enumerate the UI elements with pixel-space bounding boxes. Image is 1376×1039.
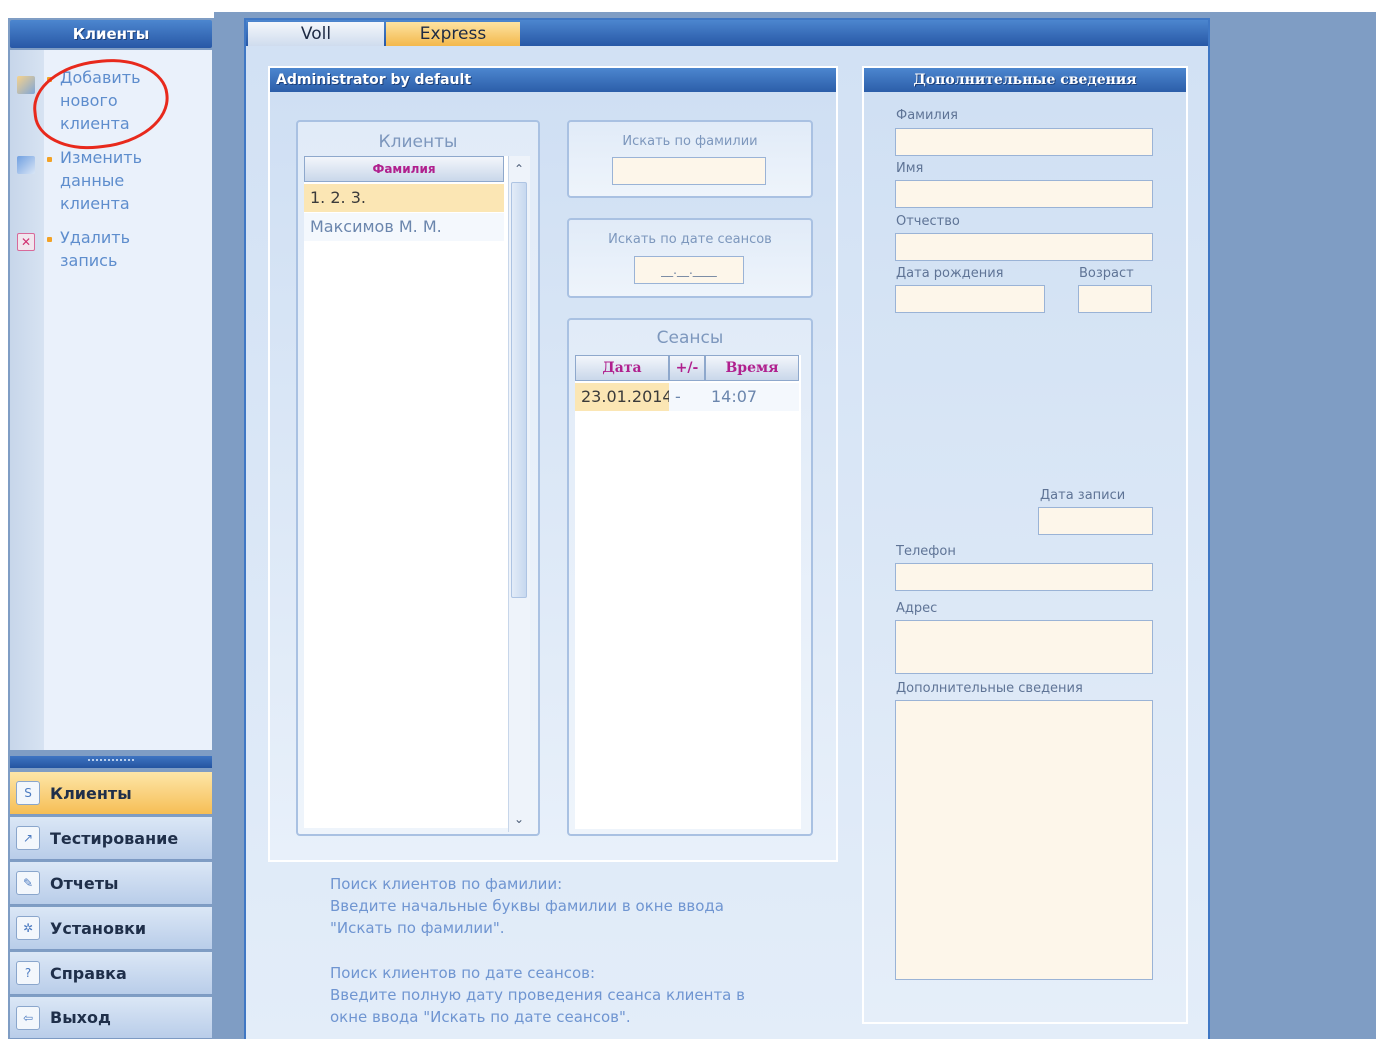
nav-label: Отчеты xyxy=(50,873,119,893)
name-label: Имя xyxy=(896,161,924,176)
surname-label: Фамилия xyxy=(896,108,958,123)
age-label: Возраст xyxy=(1079,266,1134,281)
settings-icon: ✲ xyxy=(16,916,40,940)
extra-info-label: Дополнительные сведения xyxy=(896,681,1083,696)
tab-voll[interactable]: Voll xyxy=(248,22,384,46)
delete-icon: ✕ xyxy=(17,233,35,251)
search-surname-input[interactable] xyxy=(612,157,766,185)
session-sign-cell[interactable]: - xyxy=(669,383,705,411)
search-date-label: Искать по дате сеансов xyxy=(608,232,772,247)
nav-label: Тестирование xyxy=(50,828,179,848)
sidebar-splitter[interactable] xyxy=(10,756,212,768)
phone-label: Телефон xyxy=(896,544,956,559)
client-row[interactable]: 1. 2. 3. xyxy=(304,184,504,212)
help-text: "Искать по фамилии". xyxy=(330,919,505,937)
bullet-icon xyxy=(47,237,52,242)
client-row[interactable]: Максимов М. М. xyxy=(304,213,504,241)
nav-testing-button[interactable]: ↗ Тестирование xyxy=(10,817,212,860)
sidebar-icon-strip xyxy=(10,50,44,750)
nav-label: Выход xyxy=(50,1008,111,1027)
record-date-label: Дата записи xyxy=(1040,488,1126,503)
surname-field[interactable] xyxy=(895,128,1153,156)
patronymic-field[interactable] xyxy=(895,233,1153,261)
name-field[interactable] xyxy=(895,180,1153,208)
patronymic-label: Отчество xyxy=(896,214,960,229)
bullet-icon xyxy=(47,157,52,162)
chart-icon: ↗ xyxy=(16,826,40,850)
admin-panel-header: Administrator by default xyxy=(270,68,836,92)
address-label: Адрес xyxy=(896,601,938,616)
edit-user-icon xyxy=(17,156,35,174)
column-header-date[interactable]: Дата xyxy=(575,355,669,381)
age-field[interactable] xyxy=(1078,285,1152,313)
session-time-cell[interactable]: 14:07 xyxy=(705,383,799,411)
help-icon: ? xyxy=(16,961,40,985)
nav-label: Справка xyxy=(50,963,127,983)
session-date-cell[interactable]: 23.01.2014 xyxy=(575,383,673,411)
birth-date-label: Дата рождения xyxy=(896,266,1004,281)
nav-clients-button[interactable]: S Клиенты xyxy=(10,772,212,815)
column-header-surname[interactable]: Фамилия xyxy=(304,156,504,182)
scrollbar-thumb[interactable] xyxy=(511,182,527,598)
search-date-input[interactable]: __.__.____ xyxy=(634,256,744,284)
birth-date-field[interactable] xyxy=(895,285,1045,313)
exit-icon: ⇦ xyxy=(16,1005,40,1030)
report-icon: ✎ xyxy=(16,871,40,895)
column-header-time[interactable]: Время xyxy=(705,355,799,381)
help-text: Поиск клиентов по фамилии: xyxy=(330,875,563,893)
clients-icon: S xyxy=(16,781,40,805)
extra-info-field[interactable] xyxy=(895,700,1153,980)
nav-label: Клиенты xyxy=(50,783,132,803)
nav-label: Установки xyxy=(50,918,147,938)
clients-list[interactable] xyxy=(304,156,508,828)
clients-title: Клиенты xyxy=(378,132,458,152)
info-panel-header: Дополнительные сведения xyxy=(864,68,1186,92)
search-surname-label: Искать по фамилии xyxy=(622,134,758,149)
scroll-up-icon[interactable]: ⌃ xyxy=(508,158,530,180)
help-text: Введите начальные буквы фамилии в окне в… xyxy=(330,897,724,915)
help-text: окне ввода "Искать по дате сеансов". xyxy=(330,1008,631,1026)
help-text: Поиск клиентов по дате сеансов: xyxy=(330,964,596,982)
nav-reports-button[interactable]: ✎ Отчеты xyxy=(10,862,212,905)
scroll-down-icon[interactable]: ⌄ xyxy=(508,808,530,830)
phone-field[interactable] xyxy=(895,563,1153,591)
nav-exit-button[interactable]: ⇦ Выход xyxy=(10,997,212,1039)
help-text: Введите полную дату проведения сеанса кл… xyxy=(330,986,745,1004)
add-user-icon xyxy=(17,76,35,94)
task-delete-record[interactable]: Удалить запись xyxy=(60,226,160,272)
record-date-field[interactable] xyxy=(1038,507,1153,535)
tab-express[interactable]: Express xyxy=(386,22,520,46)
task-edit-client[interactable]: Изменить данные клиента xyxy=(60,146,160,215)
sessions-title: Сеансы xyxy=(656,328,724,348)
sessions-list[interactable] xyxy=(575,355,801,829)
address-field[interactable] xyxy=(895,620,1153,674)
nav-settings-button[interactable]: ✲ Установки xyxy=(10,907,212,950)
sidebar-header: Клиенты xyxy=(10,20,212,48)
nav-help-button[interactable]: ? Справка xyxy=(10,952,212,995)
column-header-sign[interactable]: +/- xyxy=(669,355,705,381)
